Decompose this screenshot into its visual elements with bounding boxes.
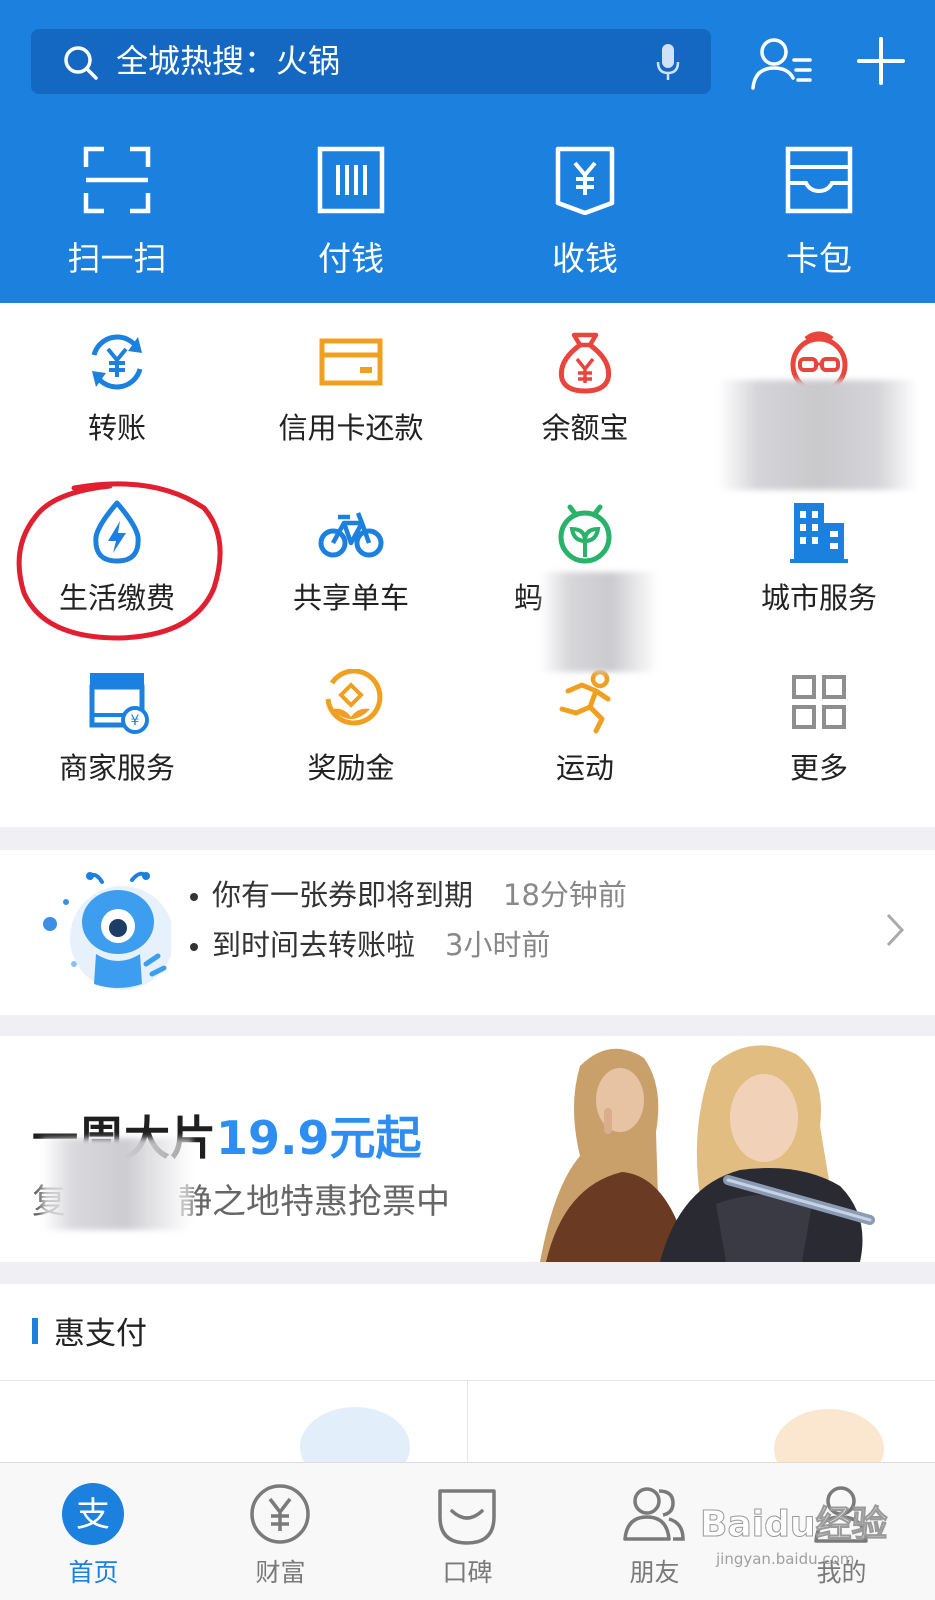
microphone-icon[interactable] — [655, 42, 681, 82]
baidu-watermark-url: jingyan.baidu.com — [716, 1550, 855, 1568]
tab-wealth[interactable]: 财富 — [187, 1463, 374, 1600]
grid-item-bike[interactable]: 共享单车 — [234, 473, 468, 643]
building-icon — [790, 503, 848, 563]
receive-money-icon — [555, 146, 615, 215]
card-wallet-icon — [785, 146, 853, 214]
promo-card-left[interactable] — [0, 1381, 467, 1487]
more-grid-icon — [792, 675, 846, 729]
notice-time: 3小时前 — [445, 928, 551, 962]
quick-action-label: 卡包 — [786, 239, 852, 278]
search-input[interactable]: 全城热搜：火锅 — [31, 29, 711, 94]
banner-subtitle-end: 静之地特惠抢票中 — [178, 1182, 450, 1222]
grid-item-city-service[interactable]: 城市服务 — [702, 473, 935, 643]
quick-action-scan[interactable]: 扫一扫 — [0, 140, 234, 290]
chevron-right-icon — [886, 913, 905, 947]
grid-item-label: 余额宝 — [541, 411, 629, 445]
notice-text: 你有一张券即将到期 — [212, 878, 474, 912]
tab-label: 首页 — [68, 1558, 119, 1587]
grid-item-yuebao[interactable]: 余额宝 — [468, 303, 702, 473]
notice-time: 18分钟前 — [503, 878, 627, 912]
section-accent-bar — [32, 1318, 38, 1344]
notice-item: 你有一张券即将到期 18分钟前 — [190, 872, 627, 914]
grid-item-label: 城市服务 — [760, 581, 877, 615]
svg-text:¥: ¥ — [131, 713, 140, 729]
money-bag-icon — [558, 332, 612, 394]
grid-item-label: 转账 — [87, 411, 146, 445]
baidu-watermark: Baidu经验 — [699, 1504, 888, 1546]
koubei-icon — [438, 1489, 496, 1545]
grid-item-label: 共享单车 — [292, 581, 409, 615]
banner-price: 19.9元起 — [216, 1111, 422, 1165]
header: 全城热搜：火锅 扫一扫 付钱 收钱 卡包 — [0, 0, 935, 303]
highlight-ring — [16, 481, 223, 641]
ant-mascot-icon — [43, 871, 171, 990]
grid-item-label: 运动 — [555, 751, 614, 785]
grid-item-credit-card[interactable]: 信用卡还款 — [234, 303, 468, 473]
quick-action-label: 扫一扫 — [67, 239, 167, 278]
grid-item-label: 更多 — [789, 751, 848, 785]
bullet-icon — [190, 893, 198, 901]
grid-item-rewards[interactable]: 奖励金 — [234, 643, 468, 813]
grid-item-merchant[interactable]: ¥ 商家服务 — [0, 643, 234, 813]
scan-icon — [83, 146, 151, 214]
promo-card-right[interactable] — [468, 1381, 935, 1489]
sprout-icon — [558, 504, 612, 564]
quick-action-pay[interactable]: 付钱 — [234, 140, 468, 290]
grid-item-transfer[interactable]: 转账 — [0, 303, 234, 473]
search-placeholder: 全城热搜：火锅 — [116, 42, 341, 80]
credit-card-icon — [319, 338, 383, 386]
alipay-home-icon: 支 — [62, 1483, 124, 1545]
plus-icon[interactable] — [856, 36, 906, 86]
tab-label: 财富 — [255, 1558, 306, 1587]
quick-actions: 扫一扫 付钱 收钱 卡包 — [0, 140, 935, 290]
bicycle-icon — [318, 512, 384, 558]
barcode-icon — [317, 146, 385, 214]
redaction-blur — [42, 1138, 192, 1230]
redaction-blur — [540, 572, 658, 672]
quick-action-cards[interactable]: 卡包 — [702, 140, 935, 290]
bullet-icon — [190, 943, 198, 951]
reward-icon — [325, 669, 383, 726]
notice-item: 到时间去转账啦 3小时前 — [190, 922, 550, 964]
quick-action-label: 收钱 — [552, 239, 618, 278]
quick-action-label: 付钱 — [318, 239, 384, 278]
shop-icon: ¥ — [89, 673, 149, 734]
notice-text: 到时间去转账啦 — [212, 928, 416, 962]
tab-koubei[interactable]: 口碑 — [374, 1463, 561, 1600]
running-icon — [559, 669, 611, 734]
quick-action-receive[interactable]: 收钱 — [468, 140, 702, 290]
movie-poster-image — [540, 1036, 935, 1262]
transfer-icon — [91, 334, 143, 390]
redaction-blur — [718, 380, 918, 490]
grid-item-label: 信用卡还款 — [278, 411, 424, 445]
friends-icon — [623, 1487, 685, 1541]
search-icon — [64, 46, 98, 80]
svg-text:支: 支 — [76, 1495, 110, 1535]
wealth-icon — [250, 1484, 310, 1544]
tab-home[interactable]: 支 首页 — [0, 1463, 187, 1600]
contacts-icon[interactable] — [750, 36, 816, 92]
section-title: 惠支付 — [54, 1316, 147, 1352]
grid-item-label: 商家服务 — [58, 751, 175, 785]
notification-card[interactable]: 你有一张券即将到期 18分钟前 到时间去转账啦 3小时前 — [0, 850, 935, 1015]
grid-item-label: 奖励金 — [307, 751, 395, 785]
grid-item-more[interactable]: 更多 — [702, 643, 935, 813]
tab-label: 口碑 — [442, 1558, 493, 1587]
